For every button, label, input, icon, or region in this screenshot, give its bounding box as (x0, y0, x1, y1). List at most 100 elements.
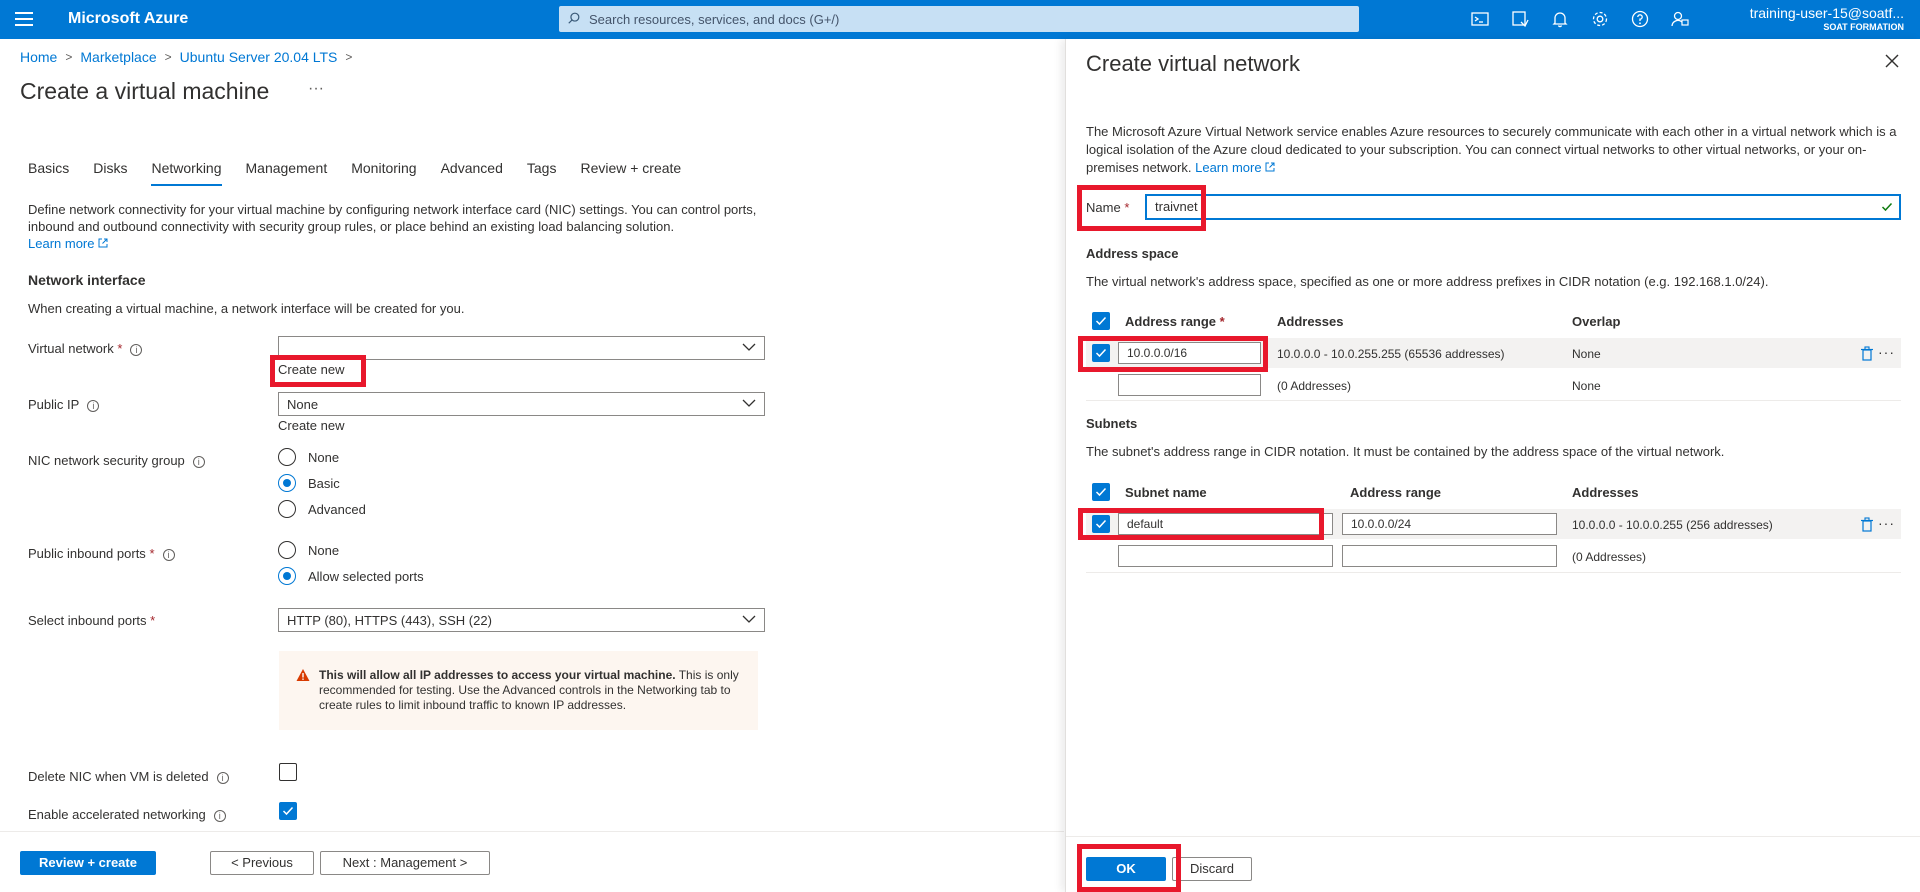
panel-footer-divider (1066, 836, 1920, 837)
nsg-option-advanced[interactable]: Advanced (278, 500, 366, 518)
create-vnet-panel: Create virtual network The Microsoft Azu… (1065, 39, 1920, 892)
subnet-range-input[interactable]: 10.0.0.0/24 (1342, 513, 1557, 535)
address-row-overlap: None (1572, 379, 1601, 393)
address-select-all-checkbox[interactable] (1092, 312, 1110, 330)
breadcrumb-ubuntu[interactable]: Ubuntu Server 20.04 LTS (180, 49, 338, 65)
account-menu[interactable]: training-user-15@soatf... SOAT FORMATION (1750, 5, 1904, 32)
radio-button[interactable] (278, 448, 296, 466)
help-icon[interactable] (1630, 9, 1650, 29)
more-options-icon[interactable]: ··· (308, 80, 324, 98)
address-space-text: The virtual network's address space, spe… (1086, 274, 1769, 289)
new-subnet-range-input[interactable] (1342, 545, 1557, 567)
directory-filter-icon[interactable] (1510, 9, 1530, 29)
nsg-option-label: Advanced (308, 501, 366, 517)
subnet-row-addresses: (0 Addresses) (1572, 550, 1647, 564)
info-icon[interactable]: i (213, 809, 226, 822)
nsg-label-text: NIC network security group (28, 453, 185, 468)
delete-nic-checkbox[interactable] (279, 763, 297, 781)
breadcrumb-home[interactable]: Home (20, 49, 57, 65)
tab-disks[interactable]: Disks (93, 160, 127, 186)
info-icon[interactable]: i (192, 455, 205, 468)
feedback-icon[interactable] (1670, 9, 1690, 29)
highlight-ok (1077, 844, 1181, 892)
nsg-option-basic[interactable]: Basic (278, 474, 340, 492)
tab-management[interactable]: Management (246, 160, 328, 186)
more-options-icon[interactable]: ··· (1878, 515, 1895, 531)
virtual-network-label: Virtual network * i (28, 341, 143, 356)
review-create-button[interactable]: Review + create (20, 851, 156, 875)
close-icon[interactable] (1884, 53, 1900, 69)
info-icon[interactable]: i (87, 399, 100, 412)
global-search-input[interactable]: Search resources, services, and docs (G+… (559, 6, 1359, 32)
previous-button[interactable]: < Previous (210, 851, 314, 875)
address-row-addresses: 10.0.0.0 - 10.0.255.255 (65536 addresses… (1277, 347, 1505, 361)
panel-title: Create virtual network (1086, 51, 1300, 76)
trash-icon[interactable] (1860, 346, 1874, 362)
search-icon (568, 12, 580, 24)
vnet-name-input[interactable]: traivnet (1145, 194, 1901, 220)
select-ports-label: Select inbound ports * (28, 613, 156, 628)
tab-basics[interactable]: Basics (28, 160, 69, 186)
cloud-shell-icon[interactable] (1470, 9, 1490, 29)
breadcrumb-marketplace[interactable]: Marketplace (80, 49, 156, 65)
chevron-right-icon: > (164, 50, 172, 64)
radio-button[interactable] (278, 500, 296, 518)
learn-more-link[interactable]: Learn more (28, 236, 94, 251)
next-button[interactable]: Next : Management > (320, 851, 490, 875)
panel-description: The Microsoft Azure Virtual Network serv… (1086, 123, 1901, 177)
info-icon[interactable]: i (162, 548, 175, 561)
networking-description: Define network connectivity for your vir… (28, 201, 768, 252)
networking-description-text: Define network connectivity for your vir… (28, 202, 757, 234)
public-ip-select[interactable]: None (278, 392, 765, 416)
radio-button-selected[interactable] (278, 567, 296, 585)
highlight-address-range (1078, 336, 1268, 372)
radio-button-selected[interactable] (278, 474, 296, 492)
checkmark-icon (282, 806, 294, 816)
info-icon[interactable]: i (130, 343, 143, 356)
select-ports-select[interactable]: HTTP (80), HTTPS (443), SSH (22) (278, 608, 765, 632)
inbound-ports-label: Public inbound ports * i (28, 546, 175, 561)
info-icon[interactable]: i (216, 771, 229, 784)
addresses-header: Addresses (1277, 314, 1344, 329)
subnet-addresses-header: Addresses (1572, 485, 1639, 500)
checkmark-icon (1095, 487, 1107, 497)
tab-tags[interactable]: Tags (527, 160, 557, 186)
inbound-option-allow[interactable]: Allow selected ports (278, 567, 424, 585)
network-interface-heading: Network interface (28, 272, 146, 288)
inbound-option-none[interactable]: None (278, 541, 339, 559)
check-icon (1881, 202, 1893, 212)
tab-networking[interactable]: Networking (151, 160, 222, 186)
accel-networking-label: Enable accelerated networking i (28, 807, 226, 822)
new-address-range-input[interactable] (1118, 374, 1261, 396)
radio-button[interactable] (278, 541, 296, 559)
create-new-ip-link[interactable]: Create new (278, 418, 344, 433)
more-options-icon[interactable]: ··· (1878, 344, 1895, 360)
bell-icon[interactable] (1550, 9, 1570, 29)
accel-networking-checkbox[interactable] (279, 802, 297, 820)
discard-button[interactable]: Discard (1172, 857, 1252, 881)
external-link-icon (98, 238, 108, 248)
tab-review-create[interactable]: Review + create (580, 160, 681, 186)
virtual-network-label-text: Virtual network (28, 341, 114, 356)
tab-monitoring[interactable]: Monitoring (351, 160, 416, 186)
checkmark-icon (1095, 316, 1107, 326)
address-row-overlap: None (1572, 347, 1601, 361)
wizard-tabs: Basics Disks Networking Management Monit… (28, 160, 705, 186)
new-subnet-name-input[interactable] (1118, 545, 1333, 567)
trash-icon[interactable] (1860, 517, 1874, 533)
chevron-down-icon (742, 343, 756, 351)
breadcrumb: Home > Marketplace > Ubuntu Server 20.04… (20, 49, 360, 65)
chevron-down-icon (742, 399, 756, 407)
hamburger-menu-icon[interactable] (15, 12, 33, 26)
nsg-option-label: Basic (308, 475, 340, 491)
panel-learn-more-link[interactable]: Learn more (1195, 160, 1261, 175)
address-range-header: Address range * (1125, 314, 1225, 329)
warning-message: This will allow all IP addresses to acce… (279, 651, 758, 730)
brand-title[interactable]: Microsoft Azure (68, 10, 188, 28)
nsg-option-none[interactable]: None (278, 448, 339, 466)
gear-icon[interactable] (1590, 9, 1610, 29)
tab-advanced[interactable]: Advanced (441, 160, 503, 186)
inbound-option-label: Allow selected ports (308, 568, 424, 584)
subnet-select-all-checkbox[interactable] (1092, 483, 1110, 501)
subnet-row-addresses: 10.0.0.0 - 10.0.0.255 (256 addresses) (1572, 518, 1773, 532)
